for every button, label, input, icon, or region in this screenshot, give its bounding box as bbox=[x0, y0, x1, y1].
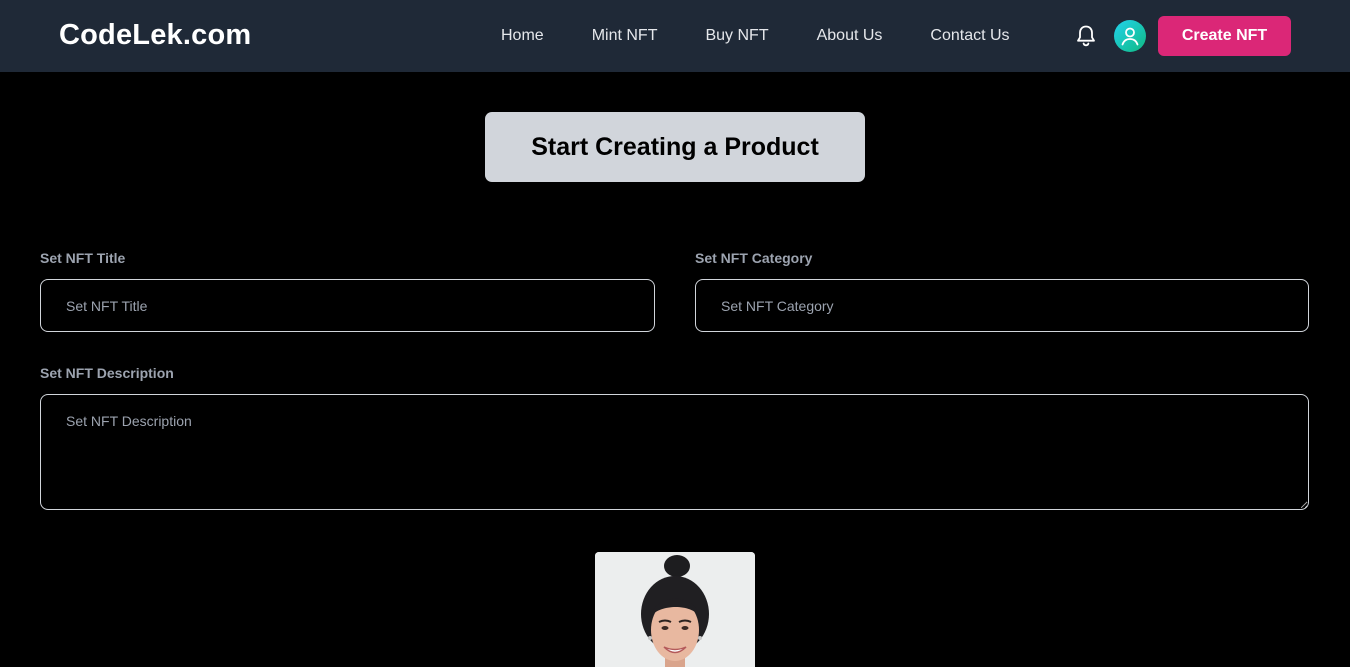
bell-icon[interactable] bbox=[1075, 24, 1097, 48]
start-creating-button[interactable]: Start Creating a Product bbox=[485, 112, 865, 182]
nav-link-about-us[interactable]: About Us bbox=[817, 27, 883, 45]
nft-category-input[interactable] bbox=[695, 279, 1309, 332]
nft-title-input[interactable] bbox=[40, 279, 655, 332]
nft-description-textarea[interactable] bbox=[40, 394, 1309, 510]
nav-links: Home Mint NFT Buy NFT About Us Contact U… bbox=[501, 27, 1058, 45]
nav-link-mint-nft[interactable]: Mint NFT bbox=[592, 27, 658, 45]
brand-logo[interactable]: CodeLek.com bbox=[59, 19, 251, 52]
portrait-photo bbox=[595, 552, 755, 667]
navbar: CodeLek.com Home Mint NFT Buy NFT About … bbox=[0, 0, 1350, 72]
nav-link-buy-nft[interactable]: Buy NFT bbox=[705, 27, 768, 45]
nft-category-label: Set NFT Category bbox=[695, 250, 813, 266]
nft-title-label: Set NFT Title bbox=[40, 250, 126, 266]
nft-image-preview[interactable] bbox=[595, 552, 755, 667]
create-nft-button[interactable]: Create NFT bbox=[1158, 16, 1291, 56]
nft-description-label: Set NFT Description bbox=[40, 365, 174, 381]
nav-link-contact-us[interactable]: Contact Us bbox=[930, 27, 1009, 45]
nav-link-home[interactable]: Home bbox=[501, 27, 544, 45]
user-avatar-icon[interactable] bbox=[1114, 20, 1146, 52]
